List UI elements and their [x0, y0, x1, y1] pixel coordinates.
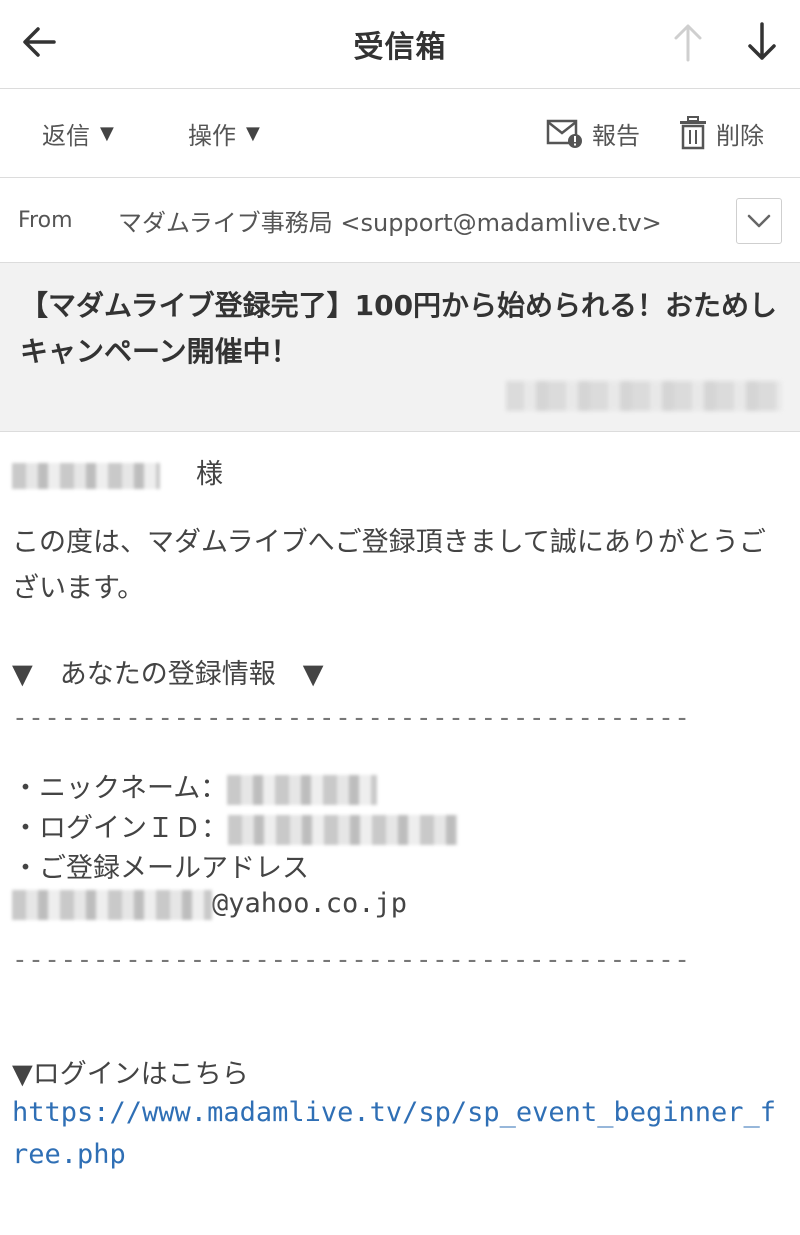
subject-header: 【マダムライブ登録完了】100円から始められる！おためしキャンペーン開催中！: [0, 263, 800, 432]
login-id-label: ・ログインＩＤ：: [12, 813, 228, 844]
salutation: 様: [12, 452, 223, 491]
report-button[interactable]: 報告: [546, 89, 640, 177]
nickname-label: ・ニックネーム：: [12, 773, 228, 804]
section-title: ▼ あなたの登録情報 ▼: [12, 659, 324, 690]
report-label: 報告: [592, 121, 640, 150]
from-label: From: [18, 207, 73, 233]
salutation-suffix: 様: [196, 459, 223, 490]
redacted-login-id: [228, 814, 458, 845]
trash-icon: [680, 116, 706, 150]
nickname-row: ・ニックネーム：: [12, 766, 378, 805]
mail-subject: 【マダムライブ登録完了】100円から始められる！おためしキャンペーン開催中！: [20, 289, 778, 368]
page-title: 受信箱: [353, 30, 447, 65]
action-menu-button[interactable]: 操作 ▼: [188, 89, 260, 177]
delete-button[interactable]: 削除: [678, 89, 764, 177]
back-arrow-icon[interactable]: [18, 20, 62, 64]
login-heading: ▼ログインはこちら: [12, 1059, 249, 1090]
email-domain: @yahoo.co.jp: [212, 888, 408, 919]
delete-label: 削除: [716, 121, 764, 150]
reply-label: 返信: [42, 121, 90, 150]
email-row: @yahoo.co.jp: [12, 888, 407, 920]
divider-bottom: ----------------------------------------…: [12, 945, 691, 975]
action-label: 操作: [188, 121, 236, 150]
login-link[interactable]: https://www.madamlive.tv/sp/sp_event_beg…: [12, 1092, 792, 1176]
redacted-email-user: [12, 889, 212, 920]
redacted-nickname: [227, 774, 378, 805]
from-row: From マダムライブ事務局 <support@madamlive.tv>: [0, 178, 800, 263]
chevron-down-icon: ▼: [246, 122, 260, 144]
reply-button[interactable]: 返信 ▼: [42, 89, 114, 177]
divider-top: ----------------------------------------…: [12, 703, 691, 733]
chevron-down-icon: ▼: [100, 122, 114, 144]
report-mail-icon: [546, 119, 582, 148]
app-header: 受信箱: [0, 0, 800, 89]
next-arrow-icon[interactable]: [742, 20, 782, 64]
expand-details-button[interactable]: [736, 198, 782, 244]
chevron-down-icon: [747, 214, 771, 228]
sender-address: マダムライブ事務局 <support@madamlive.tv>: [118, 208, 662, 237]
redacted-date: [506, 381, 782, 411]
mail-toolbar: 返信 ▼ 操作 ▼ 報告 削除: [0, 89, 800, 178]
previous-arrow-icon: [674, 24, 702, 62]
greeting-text: この度は、マダムライブへご登録頂きまして誠にありがとうございます。: [12, 527, 766, 604]
redacted-name: [12, 462, 160, 489]
email-label: ・ご登録メールアドレス: [12, 853, 309, 884]
login-id-row: ・ログインＩＤ：: [12, 806, 458, 845]
